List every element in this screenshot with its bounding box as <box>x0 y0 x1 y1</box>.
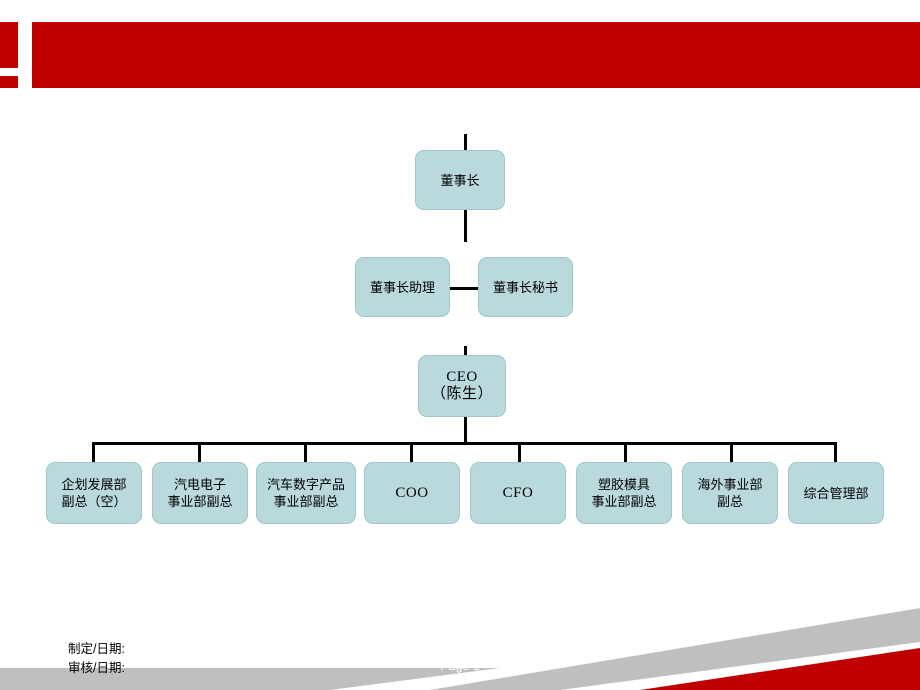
node-auto-digital-products-label: 汽车数字产品 事业部副总 <box>266 477 345 509</box>
node-chairman-assistant-label: 董事长助理 <box>369 279 435 295</box>
node-planning-development-label: 企划发展部 副总（空） <box>61 477 127 509</box>
header-banner <box>0 22 920 88</box>
node-ceo[interactable]: CEO （陈生） <box>418 355 506 417</box>
node-cfo-label: CFO <box>502 484 534 501</box>
header-banner-notch <box>18 22 32 88</box>
node-general-administration[interactable]: 综合管理部 <box>788 462 884 524</box>
node-chairman[interactable]: 董事长 <box>415 150 505 210</box>
header-banner-gap <box>0 68 18 76</box>
node-overseas-division[interactable]: 海外事业部 副总 <box>682 462 778 524</box>
connector-ceo-horizontal-bus <box>92 442 837 445</box>
node-auto-electronics[interactable]: 汽电电子 事业部副总 <box>152 462 248 524</box>
node-ceo-label: CEO （陈生） <box>430 369 493 402</box>
node-chairman-assistant[interactable]: 董事长助理 <box>355 257 450 317</box>
node-coo[interactable]: COO <box>364 462 460 524</box>
node-auto-digital-products[interactable]: 汽车数字产品 事业部副总 <box>256 462 356 524</box>
node-chairman-secretary[interactable]: 董事长秘书 <box>478 257 573 317</box>
footer-line-1: 制定/日期: <box>68 642 125 656</box>
header-banner-left-block <box>0 22 14 88</box>
node-planning-development[interactable]: 企划发展部 副总（空） <box>46 462 142 524</box>
page-number: Page 1 <box>440 659 480 673</box>
node-coo-label: COO <box>395 484 429 501</box>
node-chairman-label: 董事长 <box>440 172 480 188</box>
node-auto-electronics-label: 汽电电子 事业部副总 <box>167 477 233 509</box>
node-overseas-division-label: 海外事业部 副总 <box>697 477 763 509</box>
node-general-administration-label: 综合管理部 <box>803 485 869 501</box>
node-cfo[interactable]: CFO <box>470 462 566 524</box>
node-plastic-mold-label: 塑胶模具 事业部副总 <box>591 477 657 509</box>
slide: 董事长 董事长助理 董事长秘书 CEO （陈生） 企划发展部 副总（空） 汽电电… <box>0 0 920 690</box>
org-chart: 董事长 董事长助理 董事长秘书 CEO （陈生） 企划发展部 副总（空） 汽电电… <box>0 90 920 550</box>
node-chairman-secretary-label: 董事长秘书 <box>492 279 558 295</box>
node-plastic-mold[interactable]: 塑胶模具 事业部副总 <box>576 462 672 524</box>
